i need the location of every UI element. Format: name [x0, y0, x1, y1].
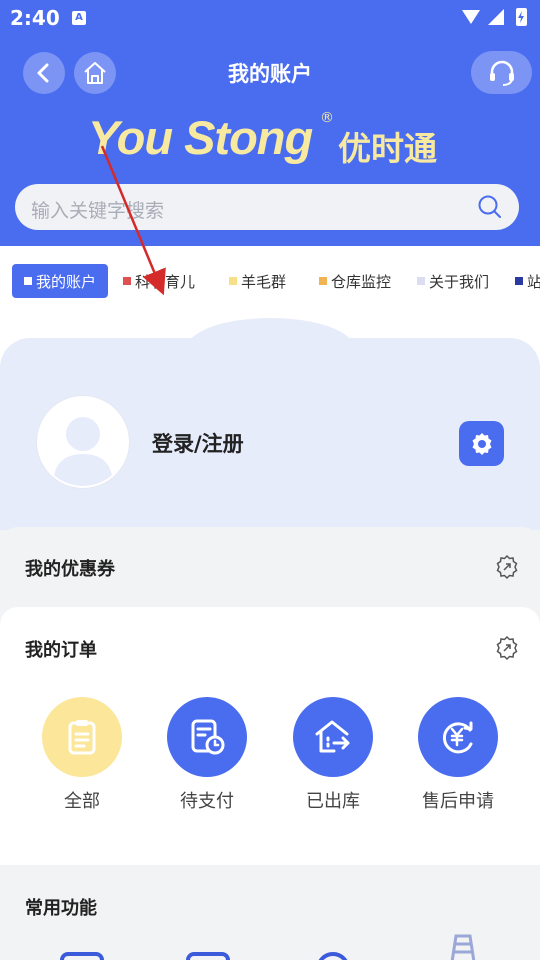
headset-icon: [489, 60, 514, 86]
tab-deals-group[interactable]: 羊毛群: [229, 264, 286, 298]
gear-icon: [472, 432, 491, 455]
avatar[interactable]: [37, 396, 129, 488]
tab-warehouse-monitor[interactable]: 仓库监控: [319, 264, 391, 298]
status-bar: 2:40 A: [0, 0, 540, 36]
common-functions-section: 常用功能: [0, 866, 540, 960]
tab-label: 羊毛群: [241, 272, 287, 291]
app-notification-icon: A: [72, 11, 86, 25]
settings-button[interactable]: [459, 421, 504, 466]
function-icon[interactable]: [60, 952, 104, 960]
header-banner: 2:40 A 我的账户 You Stong ® 优时通 输入关键字搜索: [0, 0, 540, 246]
tab-dot: [24, 277, 32, 285]
search-icon[interactable]: [477, 194, 503, 220]
clipboard-icon: [42, 697, 122, 777]
tab-label: 仓库监控: [331, 272, 392, 291]
logo-registered-mark: ®: [320, 110, 334, 126]
tab-label: 站: [527, 272, 540, 291]
tab-site[interactable]: 站: [515, 264, 540, 298]
function-icon[interactable]: [316, 952, 350, 960]
customer-service-button[interactable]: [471, 51, 532, 94]
logo-text-en: You Stong: [88, 111, 313, 164]
order-label: 全部: [64, 791, 100, 812]
common-functions-title: 常用功能: [25, 898, 97, 919]
tab-dot: [319, 277, 327, 285]
search-placeholder: 输入关键字搜索: [31, 200, 165, 222]
tab-label: 我的账户: [36, 272, 97, 291]
tab-dot: [123, 277, 131, 285]
page-title: 我的账户: [228, 62, 312, 86]
tab-label: 科学育儿: [135, 272, 196, 291]
pending-payment-icon: [167, 697, 247, 777]
profile-card: 登录/注册: [0, 338, 540, 530]
login-register-link[interactable]: 登录/注册: [152, 428, 244, 458]
tab-about-us[interactable]: 关于我们: [417, 264, 489, 298]
logo-text-cn: 优时通: [338, 129, 437, 168]
order-label: 已出库: [306, 791, 360, 812]
orders-section: 我的订单 全部 待支付 已出库 售后申请: [0, 607, 540, 865]
order-label: 售后申请: [422, 791, 494, 812]
orders-title: 我的订单: [25, 640, 97, 661]
function-icon[interactable]: [438, 932, 488, 960]
coupons-section[interactable]: 我的优惠券: [0, 527, 540, 607]
clipboard-icon-svg: [68, 720, 96, 755]
tab-my-account[interactable]: 我的账户: [12, 264, 109, 298]
user-silhouette-icon: [53, 417, 113, 486]
order-shipped[interactable]: 已出库: [283, 697, 383, 813]
system-status-icons: [462, 8, 527, 26]
refund-icon: [418, 697, 498, 777]
search-bar[interactable]: 输入关键字搜索: [15, 184, 519, 230]
order-label: 待支付: [180, 791, 234, 812]
profile-section: 登录/注册: [0, 316, 540, 530]
order-pending-payment[interactable]: 待支付: [157, 697, 257, 813]
order-after-sales[interactable]: 售后申请: [408, 697, 508, 813]
order-all[interactable]: 全部: [32, 697, 132, 813]
refund-icon-svg: [442, 721, 473, 754]
tab-parenting[interactable]: 科学育儿: [123, 264, 195, 298]
shipped-icon: [293, 697, 373, 777]
tab-label: 关于我们: [429, 272, 490, 291]
category-tabs: 我的账户 科学育儿 羊毛群 仓库监控 关于我们 站: [0, 246, 540, 316]
tab-dot: [417, 277, 425, 285]
external-arrow-icon[interactable]: [494, 635, 520, 661]
shipped-icon-svg: [315, 720, 350, 753]
tab-dot: [229, 277, 237, 285]
pending-payment-icon-svg: [191, 719, 225, 755]
youstong-logo: You Stong ® 优时通: [88, 110, 458, 174]
tab-dot: [515, 277, 523, 285]
function-icon[interactable]: [186, 952, 230, 960]
coupons-title: 我的优惠券: [25, 559, 115, 580]
status-time: 2:40: [10, 6, 60, 30]
external-arrow-icon[interactable]: [494, 554, 520, 580]
